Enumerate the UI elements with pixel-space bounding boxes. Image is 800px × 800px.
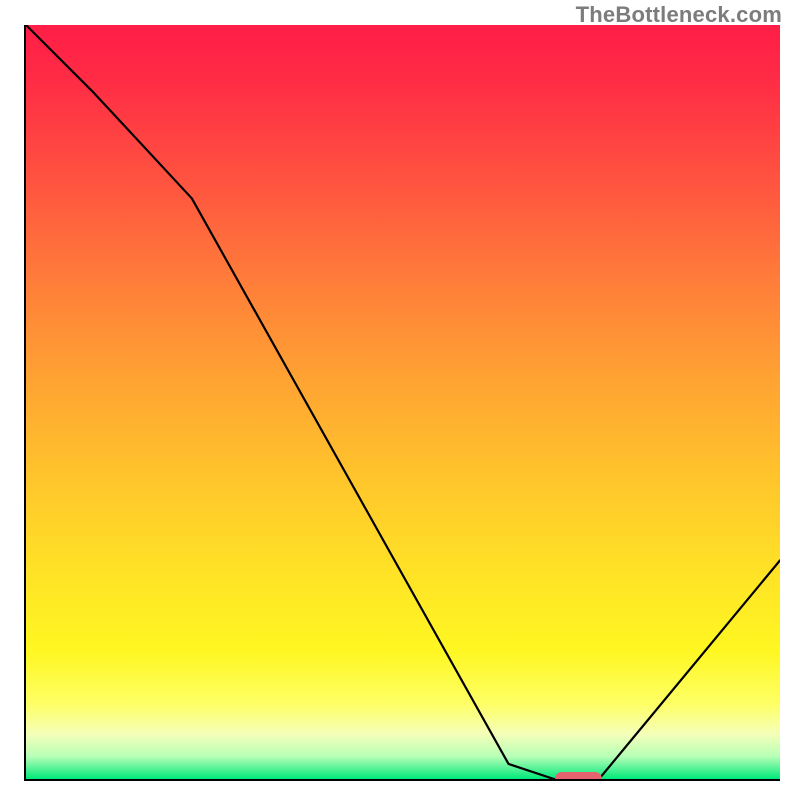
optimal-marker [555,772,602,781]
bottleneck-curve [26,25,780,779]
chart-container: TheBottleneck.com [0,0,800,800]
plot-area [24,25,780,781]
